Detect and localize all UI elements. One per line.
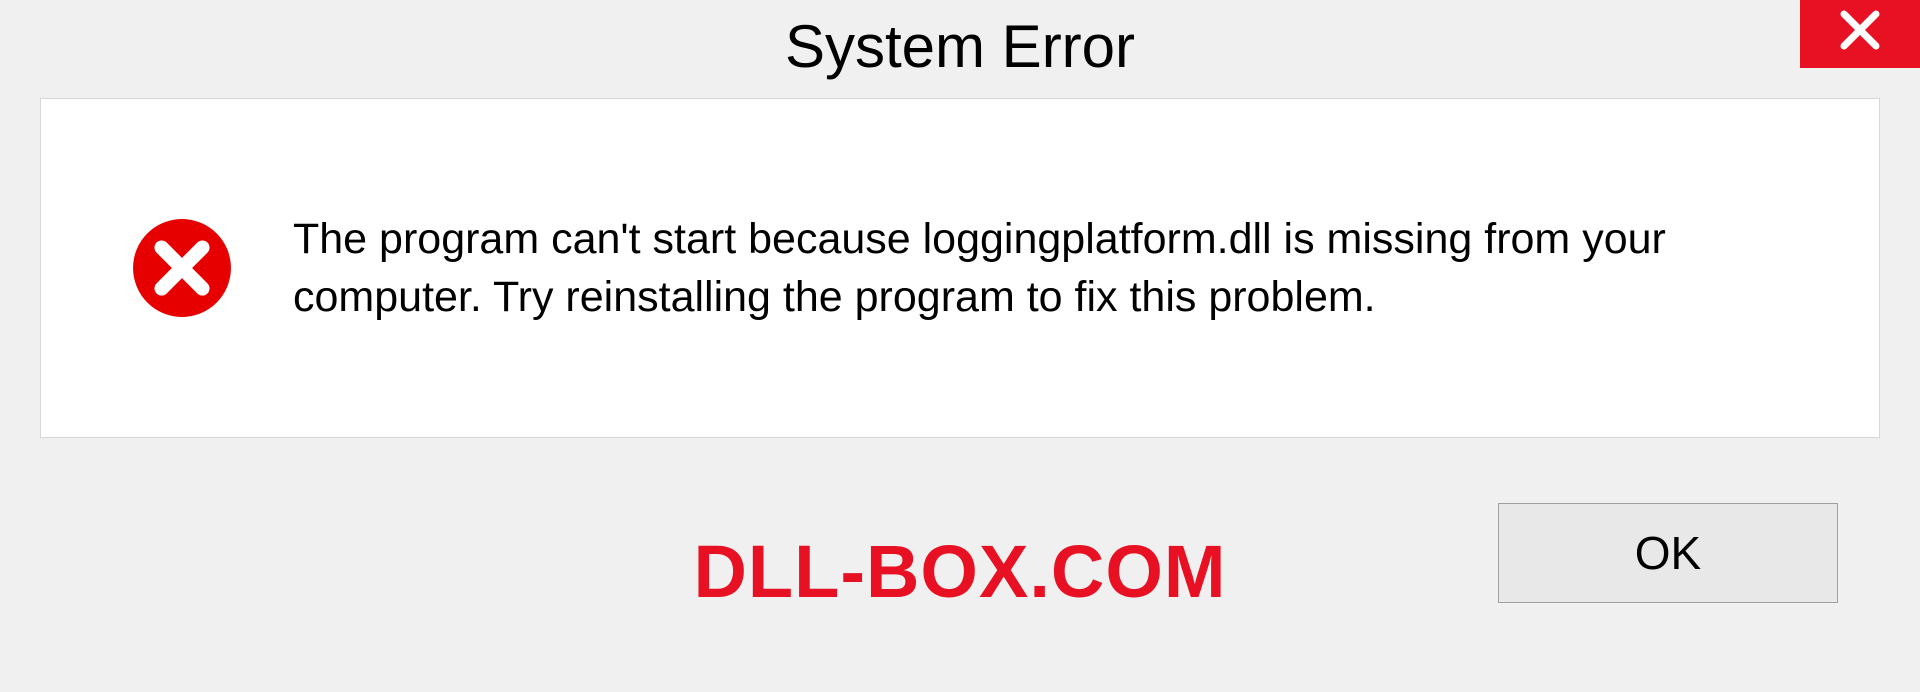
watermark-text: DLL-BOX.COM xyxy=(693,529,1226,614)
close-button[interactable] xyxy=(1800,0,1920,68)
ok-button[interactable]: OK xyxy=(1498,503,1838,603)
button-row: DLL-BOX.COM OK xyxy=(32,438,1888,678)
titlebar: System Error xyxy=(32,0,1888,98)
error-dialog: System Error The program can't start bec… xyxy=(32,0,1888,692)
error-message: The program can't start because loggingp… xyxy=(293,210,1819,326)
dialog-title: System Error xyxy=(785,0,1135,81)
error-icon xyxy=(131,217,233,319)
close-icon xyxy=(1838,8,1882,57)
content-panel: The program can't start because loggingp… xyxy=(40,98,1880,438)
